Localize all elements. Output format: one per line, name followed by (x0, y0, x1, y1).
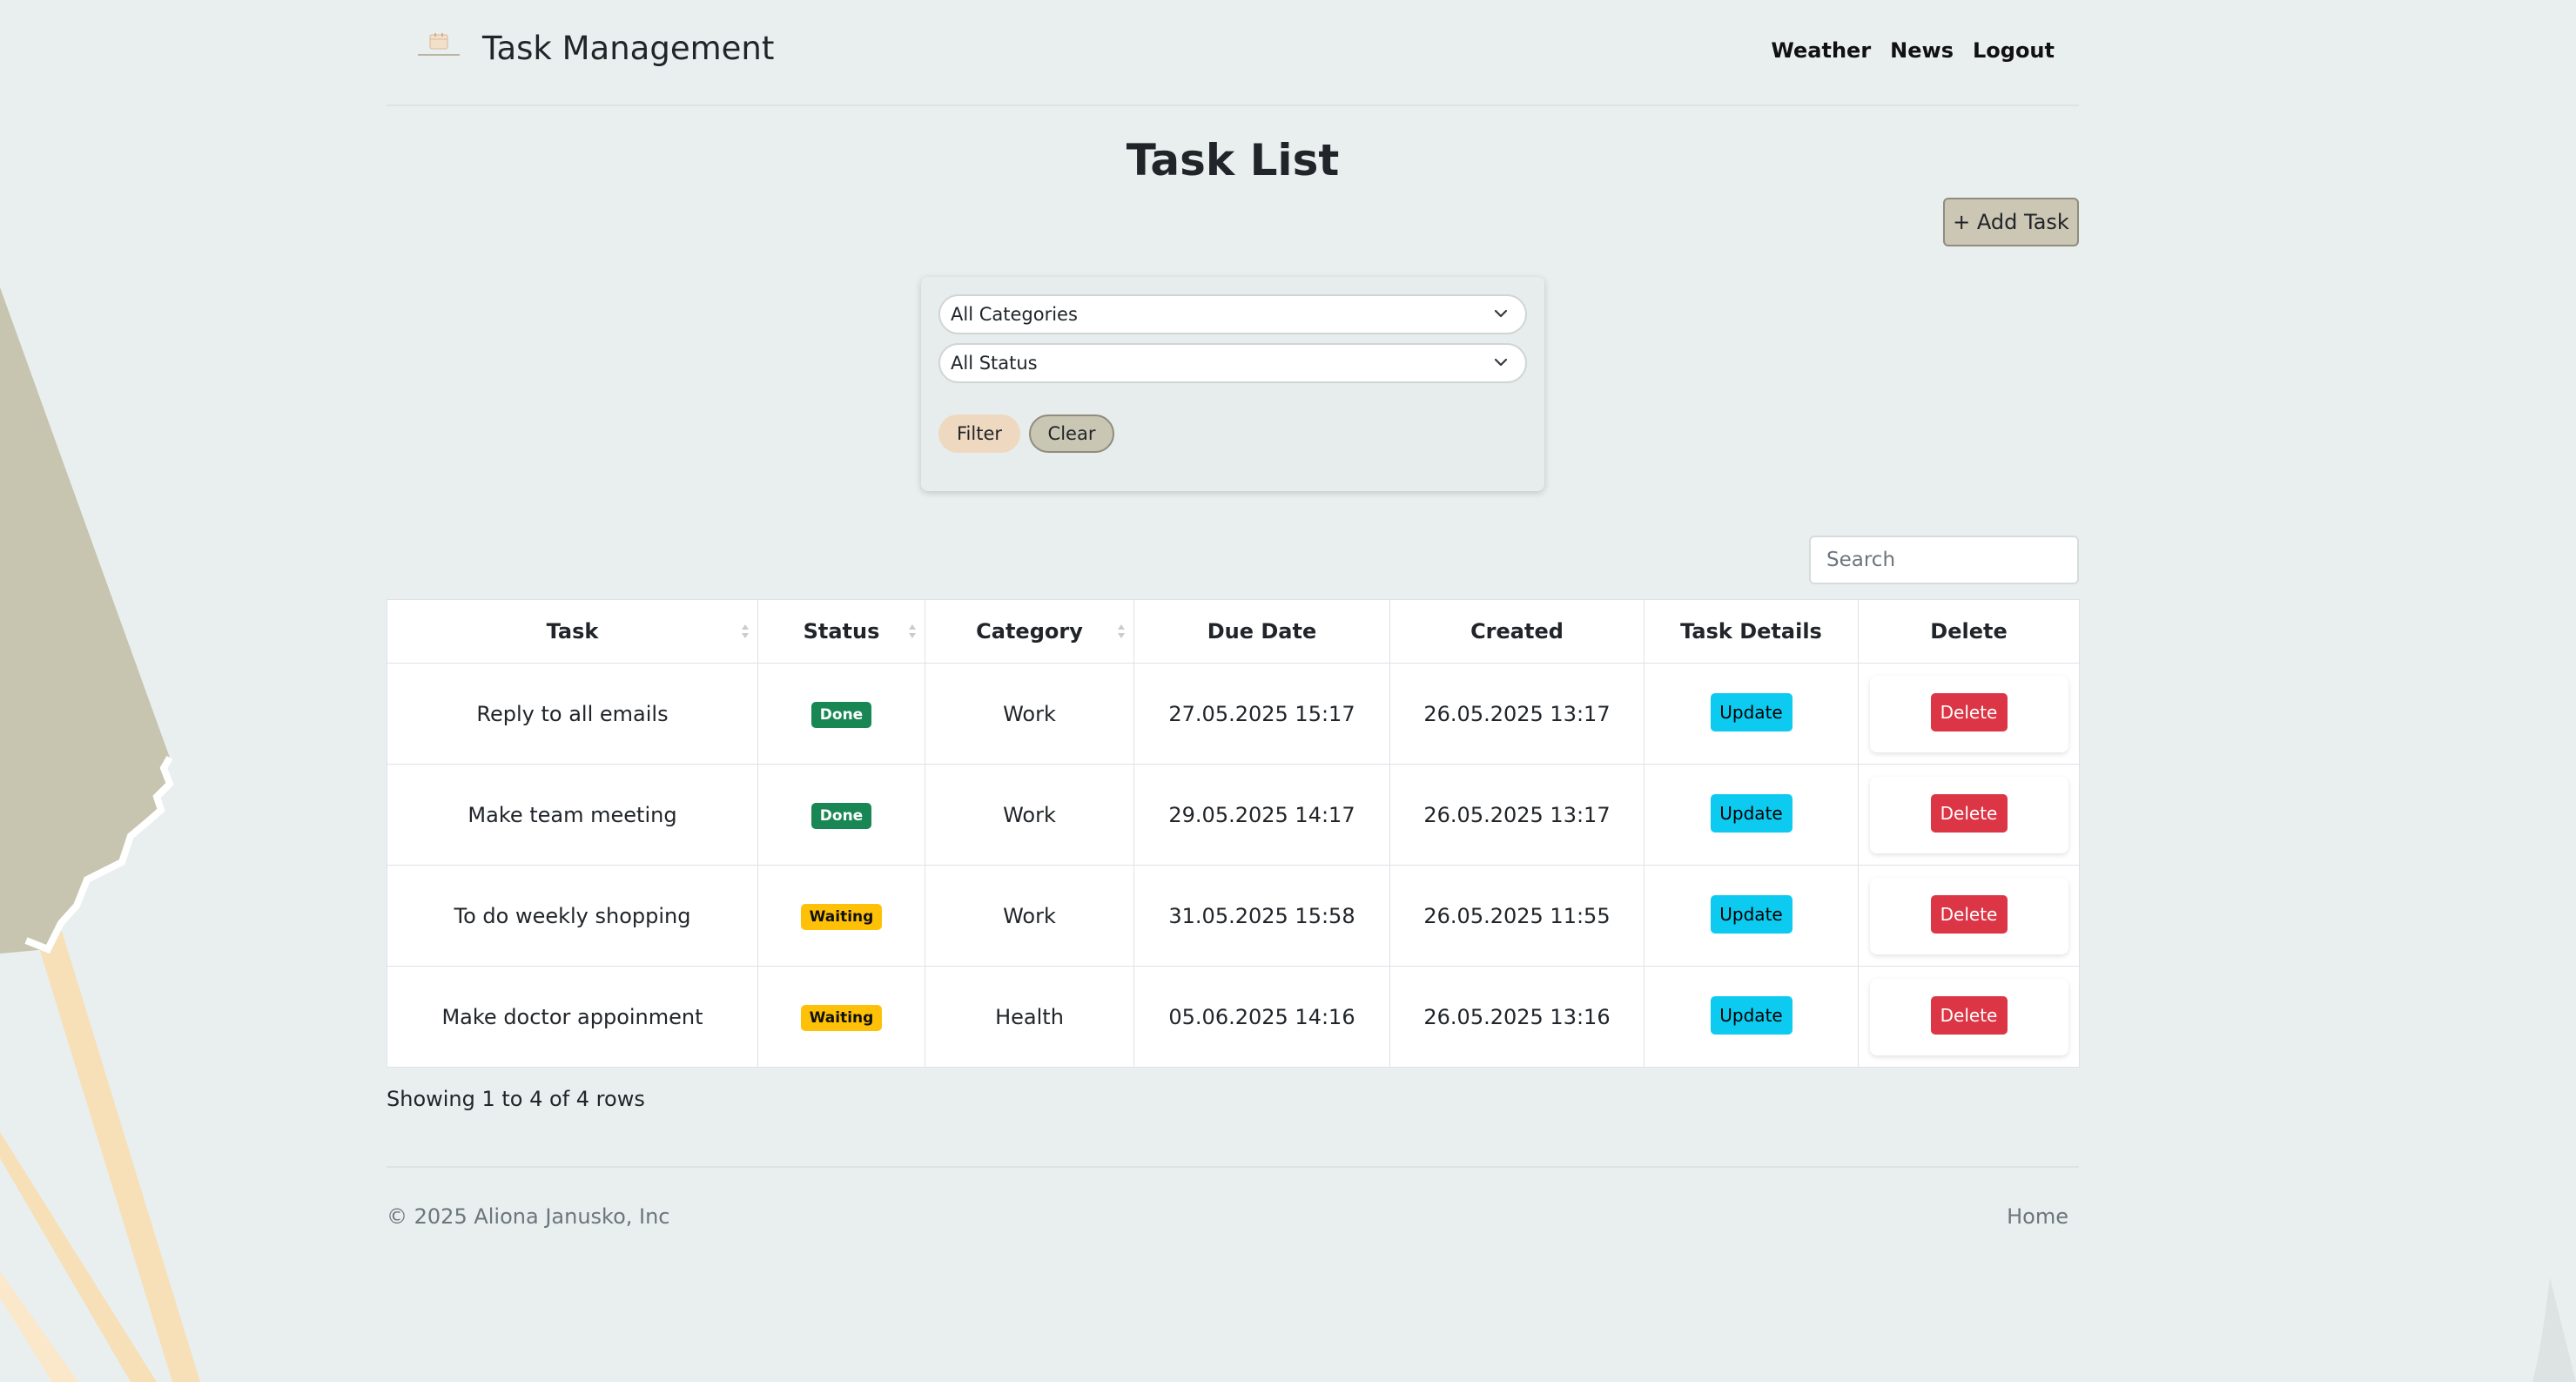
task-name: Make team meeting (387, 764, 758, 866)
column-header-task[interactable]: Task (387, 599, 758, 664)
top-navbar: Task Management Weather News Logout (387, 0, 2079, 106)
due-date-cell: 29.05.2025 14:17 (1133, 764, 1390, 866)
delete-form: Delete (1869, 776, 2068, 853)
background-illustration (0, 287, 200, 1382)
status-cell: Done (757, 663, 925, 765)
delete-form: Delete (1869, 978, 2068, 1055)
pagination-info: Showing 1 to 4 of 4 rows (387, 1087, 645, 1111)
chevron-down-icon (1494, 309, 1508, 318)
column-header-label: Task (546, 619, 599, 644)
table-row: To do weekly shopping Waiting Work 31.05… (387, 865, 2080, 967)
nav-logout-link[interactable]: Logout (1973, 38, 2055, 63)
category-select[interactable]: All Categories (938, 294, 1527, 334)
column-header-due-date: Due Date (1133, 599, 1390, 664)
filter-card: All Categories All Status Filter Clear (921, 277, 1544, 491)
delete-cell: Delete (1858, 865, 2080, 967)
page-title: Task List (1126, 135, 1340, 185)
table-header-row: Task Status Category Due Date Created Ta… (387, 599, 2080, 664)
footer: © 2025 Aliona Janusko, Inc Home (387, 1166, 2079, 1237)
brand[interactable]: Task Management (414, 30, 774, 67)
status-cell: Waiting (757, 865, 925, 967)
status-select-value: All Status (951, 353, 1038, 374)
delete-cell: Delete (1858, 764, 2080, 866)
delete-button[interactable]: Delete (1930, 894, 2008, 934)
category-cell: Health (925, 966, 1134, 1068)
status-cell: Done (757, 764, 925, 866)
status-badge: Waiting (800, 1004, 883, 1031)
category-select-value: All Categories (951, 304, 1078, 325)
calendar-logo-icon (414, 31, 463, 66)
nav-weather-link[interactable]: Weather (1771, 38, 1871, 63)
table-row: Reply to all emails Done Work 27.05.2025… (387, 663, 2080, 765)
copyright-text: © 2025 Aliona Janusko, Inc (387, 1204, 670, 1229)
background-corner-illustration (2532, 1278, 2576, 1382)
task-details-cell: Update (1644, 764, 1859, 866)
category-cell: Work (925, 663, 1134, 765)
status-cell: Waiting (757, 966, 925, 1068)
category-cell: Work (925, 764, 1134, 866)
delete-form: Delete (1869, 877, 2068, 954)
column-header-delete: Delete (1858, 599, 2080, 664)
sort-icon (909, 624, 916, 638)
status-select[interactable]: All Status (938, 343, 1527, 383)
task-table: Task Status Category Due Date Created Ta… (387, 599, 2080, 1068)
task-name: Reply to all emails (387, 663, 758, 765)
category-cell: Work (925, 865, 1134, 967)
task-name: To do weekly shopping (387, 865, 758, 967)
column-header-label: Status (803, 619, 880, 644)
nav-news-link[interactable]: News (1890, 38, 1954, 63)
update-button[interactable]: Update (1710, 894, 1792, 934)
main-nav: Weather News Logout (1752, 38, 2055, 63)
status-badge: Waiting (800, 903, 883, 930)
brand-title: Task Management (482, 30, 775, 67)
column-header-label: Category (976, 619, 1083, 644)
created-cell: 26.05.2025 13:17 (1389, 663, 1644, 765)
task-details-cell: Update (1644, 865, 1859, 967)
add-task-button[interactable]: + Add Task (1943, 198, 2079, 246)
chevron-down-icon (1494, 358, 1508, 367)
due-date-cell: 05.06.2025 14:16 (1133, 966, 1390, 1068)
filter-button[interactable]: Filter (938, 415, 1020, 453)
sort-icon (1118, 624, 1125, 638)
task-details-cell: Update (1644, 966, 1859, 1068)
status-badge: Done (810, 802, 872, 829)
task-name: Make doctor appoinment (387, 966, 758, 1068)
search-input[interactable] (1809, 536, 2079, 584)
table-row: Make doctor appoinment Waiting Health 05… (387, 966, 2080, 1068)
update-button[interactable]: Update (1710, 793, 1792, 833)
delete-button[interactable]: Delete (1930, 793, 2008, 833)
delete-form: Delete (1869, 675, 2068, 752)
page-container: Task Management Weather News Logout Task… (387, 0, 2080, 1229)
due-date-cell: 31.05.2025 15:58 (1133, 865, 1390, 967)
task-details-cell: Update (1644, 663, 1859, 765)
delete-button[interactable]: Delete (1930, 692, 2008, 731)
column-header-status[interactable]: Status (757, 599, 925, 664)
column-header-task-details: Task Details (1644, 599, 1859, 664)
delete-button[interactable]: Delete (1930, 995, 2008, 1035)
clear-button[interactable]: Clear (1029, 415, 1114, 453)
update-button[interactable]: Update (1710, 995, 1792, 1035)
delete-cell: Delete (1858, 966, 2080, 1068)
created-cell: 26.05.2025 11:55 (1389, 865, 1644, 967)
table-row: Make team meeting Done Work 29.05.2025 1… (387, 764, 2080, 866)
update-button[interactable]: Update (1710, 692, 1792, 731)
sort-icon (742, 624, 749, 638)
column-header-category[interactable]: Category (925, 599, 1134, 664)
created-cell: 26.05.2025 13:16 (1389, 966, 1644, 1068)
delete-cell: Delete (1858, 663, 2080, 765)
status-badge: Done (810, 701, 872, 728)
column-header-created: Created (1389, 599, 1644, 664)
created-cell: 26.05.2025 13:17 (1389, 764, 1644, 866)
footer-home-link[interactable]: Home (2007, 1204, 2068, 1229)
due-date-cell: 27.05.2025 15:17 (1133, 663, 1390, 765)
